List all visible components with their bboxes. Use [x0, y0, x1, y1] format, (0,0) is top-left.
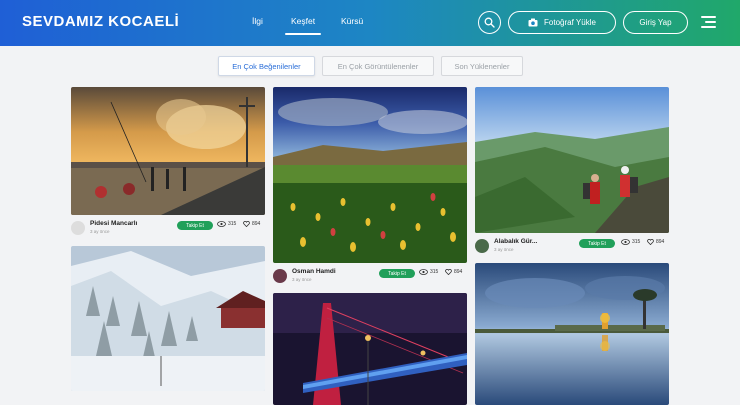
- login-button[interactable]: Giriş Yap: [623, 11, 688, 34]
- views-stat: 315: [419, 269, 438, 275]
- likes-stat[interactable]: 894: [445, 269, 462, 275]
- nav-kesfet[interactable]: Keşfet: [284, 16, 322, 35]
- views-stat: 315: [217, 221, 236, 227]
- top-navbar: SEVDAMIZ KOCAELİ İlgi Keşfet Kürsü Fotoğ…: [0, 0, 740, 46]
- sort-filters: En Çok Beğenilenler En Çok Görüntülenenl…: [0, 56, 740, 76]
- eye-icon: [419, 269, 428, 275]
- photo-bridge-night[interactable]: [273, 293, 467, 405]
- eye-icon: [621, 239, 630, 245]
- likes-stat[interactable]: 894: [647, 239, 664, 245]
- nav-ilgi[interactable]: İlgi: [252, 16, 263, 26]
- avatar[interactable]: [71, 221, 85, 235]
- photo-lake-reflection[interactable]: [475, 263, 669, 405]
- filter-most-liked[interactable]: En Çok Beğenilenler: [218, 56, 315, 76]
- username[interactable]: Pidesi Mancarlı: [90, 220, 137, 227]
- photo-tulip-park[interactable]: [273, 87, 467, 263]
- card-meta: Osman Hamdi 3 ay önce Takip Et 315 894: [273, 266, 467, 288]
- photo-hikers-valley[interactable]: [475, 87, 669, 233]
- camera-icon: [528, 18, 538, 27]
- likes-stat[interactable]: 894: [243, 221, 260, 227]
- username[interactable]: Osman Hamdi: [292, 268, 336, 275]
- search-button[interactable]: [478, 11, 501, 34]
- views-stat: 315: [621, 239, 640, 245]
- filter-latest[interactable]: Son Yüklenenler: [441, 56, 523, 76]
- follow-button[interactable]: Takip Et: [379, 269, 415, 278]
- avatar[interactable]: [475, 239, 489, 253]
- photo-sunset-pier[interactable]: [71, 87, 265, 215]
- post-time: 3 ay önce: [90, 229, 110, 234]
- search-icon: [484, 17, 495, 28]
- card-meta: Pidesi Mancarlı 3 ay önce Takip Et 315 8…: [71, 218, 265, 240]
- filter-most-viewed[interactable]: En Çok Görüntülenenler: [322, 56, 434, 76]
- photo-snowy-forest[interactable]: [71, 246, 265, 391]
- upload-label: Fotoğraf Yükle: [544, 18, 596, 27]
- heart-icon: [445, 269, 452, 275]
- site-logo[interactable]: SEVDAMIZ KOCAELİ: [22, 13, 179, 30]
- upload-photo-button[interactable]: Fotoğraf Yükle: [508, 11, 616, 34]
- post-time: 3 ay önce: [292, 277, 312, 282]
- follow-button[interactable]: Takip Et: [177, 221, 213, 230]
- nav-kursu[interactable]: Kürsü: [341, 16, 363, 26]
- heart-icon: [647, 239, 654, 245]
- heart-icon: [243, 221, 250, 227]
- avatar[interactable]: [273, 269, 287, 283]
- post-time: 3 ay önce: [494, 247, 514, 252]
- card-meta: Alabalık Gür... 3 ay önce Takip Et 315 8…: [475, 236, 669, 258]
- follow-button[interactable]: Takip Et: [579, 239, 615, 248]
- username[interactable]: Alabalık Gür...: [494, 238, 537, 245]
- menu-icon[interactable]: [701, 15, 716, 29]
- eye-icon: [217, 221, 226, 227]
